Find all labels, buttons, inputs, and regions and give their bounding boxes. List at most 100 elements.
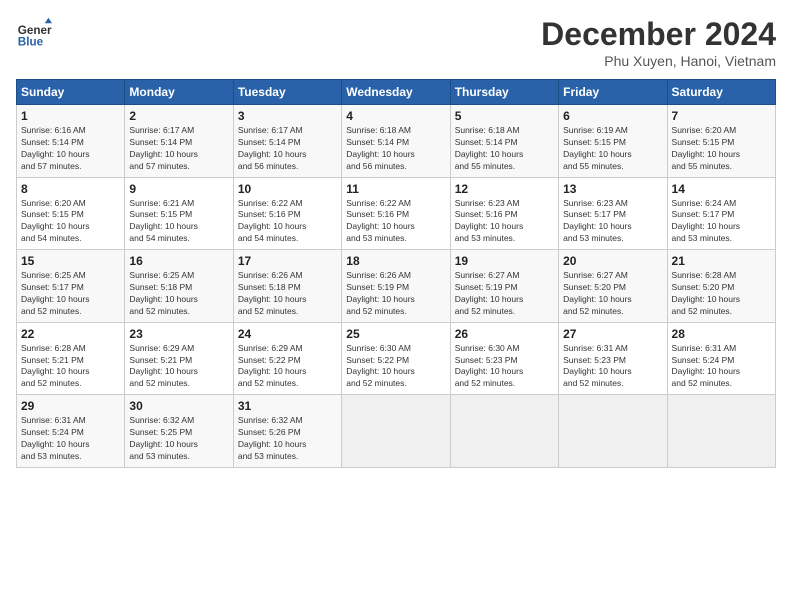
day-number: 1 — [21, 109, 120, 123]
day-cell: 8Sunrise: 6:20 AM Sunset: 5:15 PM Daylig… — [17, 177, 125, 250]
day-detail: Sunrise: 6:27 AM Sunset: 5:20 PM Dayligh… — [563, 270, 662, 318]
weekday-header-monday: Monday — [125, 80, 233, 105]
day-detail: Sunrise: 6:17 AM Sunset: 5:14 PM Dayligh… — [129, 125, 228, 173]
day-number: 11 — [346, 182, 445, 196]
day-detail: Sunrise: 6:23 AM Sunset: 5:16 PM Dayligh… — [455, 198, 554, 246]
day-number: 18 — [346, 254, 445, 268]
weekday-header-friday: Friday — [559, 80, 667, 105]
day-number: 2 — [129, 109, 228, 123]
day-number: 12 — [455, 182, 554, 196]
day-detail: Sunrise: 6:16 AM Sunset: 5:14 PM Dayligh… — [21, 125, 120, 173]
day-number: 20 — [563, 254, 662, 268]
day-cell — [667, 395, 775, 468]
day-cell: 4 Sunrise: 6:18 AM Sunset: 5:14 PM Daylig… — [342, 105, 450, 178]
day-cell: 11Sunrise: 6:22 AM Sunset: 5:16 PM Dayli… — [342, 177, 450, 250]
day-number: 10 — [238, 182, 337, 196]
calendar-body: 1 Sunrise: 6:16 AM Sunset: 5:14 PM Daylig… — [17, 105, 776, 468]
day-cell: 27 Sunrise: 6:31 AM Sunset: 5:23 PM Dayli… — [559, 322, 667, 395]
day-cell: 3Sunrise: 6:17 AM Sunset: 5:14 PM Daylig… — [233, 105, 341, 178]
day-detail: Sunrise: 6:26 AM Sunset: 5:19 PM Dayligh… — [346, 270, 445, 318]
day-number: 15 — [21, 254, 120, 268]
day-detail: Sunrise: 6:20 AM Sunset: 5:15 PM Dayligh… — [21, 198, 120, 246]
day-number: 19 — [455, 254, 554, 268]
day-number: 16 — [129, 254, 228, 268]
day-number: 4 — [346, 109, 445, 123]
weekday-header-sunday: Sunday — [17, 80, 125, 105]
logo: General Blue — [16, 16, 52, 52]
day-detail: Sunrise: 6:24 AM Sunset: 5:17 PM Dayligh… — [672, 198, 771, 246]
weekday-header-tuesday: Tuesday — [233, 80, 341, 105]
day-number: 26 — [455, 327, 554, 341]
day-detail: Sunrise: 6:21 AM Sunset: 5:15 PM Dayligh… — [129, 198, 228, 246]
day-cell: 25 Sunrise: 6:30 AM Sunset: 5:22 PM Dayli… — [342, 322, 450, 395]
day-number: 24 — [238, 327, 337, 341]
day-cell: 14 Sunrise: 6:24 AM Sunset: 5:17 PM Dayli… — [667, 177, 775, 250]
day-detail: Sunrise: 6:32 AM Sunset: 5:25 PM Dayligh… — [129, 415, 228, 463]
day-number: 28 — [672, 327, 771, 341]
day-cell: 2 Sunrise: 6:17 AM Sunset: 5:14 PM Daylig… — [125, 105, 233, 178]
day-number: 30 — [129, 399, 228, 413]
day-cell: 10 Sunrise: 6:22 AM Sunset: 5:16 PM Dayli… — [233, 177, 341, 250]
title-area: December 2024 Phu Xuyen, Hanoi, Vietnam — [541, 16, 776, 69]
day-number: 3 — [238, 109, 337, 123]
day-detail: Sunrise: 6:29 AM Sunset: 5:21 PM Dayligh… — [129, 343, 228, 391]
day-cell: 22 Sunrise: 6:28 AM Sunset: 5:21 PM Dayli… — [17, 322, 125, 395]
day-number: 17 — [238, 254, 337, 268]
day-cell: 31 Sunrise: 6:32 AM Sunset: 5:26 PM Dayli… — [233, 395, 341, 468]
day-detail: Sunrise: 6:20 AM Sunset: 5:15 PM Dayligh… — [672, 125, 771, 173]
day-detail: Sunrise: 6:30 AM Sunset: 5:23 PM Dayligh… — [455, 343, 554, 391]
day-number: 31 — [238, 399, 337, 413]
day-detail: Sunrise: 6:19 AM Sunset: 5:15 PM Dayligh… — [563, 125, 662, 173]
day-number: 23 — [129, 327, 228, 341]
location-title: Phu Xuyen, Hanoi, Vietnam — [541, 53, 776, 69]
svg-text:Blue: Blue — [18, 36, 44, 49]
day-detail: Sunrise: 6:32 AM Sunset: 5:26 PM Dayligh… — [238, 415, 337, 463]
day-number: 25 — [346, 327, 445, 341]
calendar-table: SundayMondayTuesdayWednesdayThursdayFrid… — [16, 79, 776, 468]
week-row-4: 22 Sunrise: 6:28 AM Sunset: 5:21 PM Dayli… — [17, 322, 776, 395]
week-row-2: 8Sunrise: 6:20 AM Sunset: 5:15 PM Daylig… — [17, 177, 776, 250]
day-detail: Sunrise: 6:28 AM Sunset: 5:21 PM Dayligh… — [21, 343, 120, 391]
day-cell: 26 Sunrise: 6:30 AM Sunset: 5:23 PM Dayli… — [450, 322, 558, 395]
day-cell: 6 Sunrise: 6:19 AM Sunset: 5:15 PM Daylig… — [559, 105, 667, 178]
day-cell: 7 Sunrise: 6:20 AM Sunset: 5:15 PM Daylig… — [667, 105, 775, 178]
day-cell: 24 Sunrise: 6:29 AM Sunset: 5:22 PM Dayli… — [233, 322, 341, 395]
day-detail: Sunrise: 6:30 AM Sunset: 5:22 PM Dayligh… — [346, 343, 445, 391]
day-number: 22 — [21, 327, 120, 341]
day-number: 27 — [563, 327, 662, 341]
month-title: December 2024 — [541, 16, 776, 53]
day-detail: Sunrise: 6:22 AM Sunset: 5:16 PM Dayligh… — [238, 198, 337, 246]
day-cell: 28 Sunrise: 6:31 AM Sunset: 5:24 PM Dayli… — [667, 322, 775, 395]
day-number: 6 — [563, 109, 662, 123]
day-cell — [559, 395, 667, 468]
day-detail: Sunrise: 6:31 AM Sunset: 5:24 PM Dayligh… — [21, 415, 120, 463]
day-cell: 9 Sunrise: 6:21 AM Sunset: 5:15 PM Daylig… — [125, 177, 233, 250]
week-row-1: 1 Sunrise: 6:16 AM Sunset: 5:14 PM Daylig… — [17, 105, 776, 178]
weekday-header-row: SundayMondayTuesdayWednesdayThursdayFrid… — [17, 80, 776, 105]
day-number: 21 — [672, 254, 771, 268]
day-cell: 23 Sunrise: 6:29 AM Sunset: 5:21 PM Dayli… — [125, 322, 233, 395]
day-number: 14 — [672, 182, 771, 196]
day-cell: 13Sunrise: 6:23 AM Sunset: 5:17 PM Dayli… — [559, 177, 667, 250]
day-cell: 21Sunrise: 6:28 AM Sunset: 5:20 PM Dayli… — [667, 250, 775, 323]
day-cell: 19 Sunrise: 6:27 AM Sunset: 5:19 PM Dayli… — [450, 250, 558, 323]
day-cell — [450, 395, 558, 468]
day-detail: Sunrise: 6:31 AM Sunset: 5:24 PM Dayligh… — [672, 343, 771, 391]
day-detail: Sunrise: 6:23 AM Sunset: 5:17 PM Dayligh… — [563, 198, 662, 246]
logo-icon: General Blue — [16, 16, 52, 52]
day-cell — [342, 395, 450, 468]
day-number: 9 — [129, 182, 228, 196]
day-detail: Sunrise: 6:18 AM Sunset: 5:14 PM Dayligh… — [346, 125, 445, 173]
day-cell: 1 Sunrise: 6:16 AM Sunset: 5:14 PM Daylig… — [17, 105, 125, 178]
day-detail: Sunrise: 6:26 AM Sunset: 5:18 PM Dayligh… — [238, 270, 337, 318]
day-detail: Sunrise: 6:25 AM Sunset: 5:17 PM Dayligh… — [21, 270, 120, 318]
day-number: 29 — [21, 399, 120, 413]
day-detail: Sunrise: 6:18 AM Sunset: 5:14 PM Dayligh… — [455, 125, 554, 173]
day-detail: Sunrise: 6:31 AM Sunset: 5:23 PM Dayligh… — [563, 343, 662, 391]
day-cell: 12 Sunrise: 6:23 AM Sunset: 5:16 PM Dayli… — [450, 177, 558, 250]
day-detail: Sunrise: 6:27 AM Sunset: 5:19 PM Dayligh… — [455, 270, 554, 318]
day-cell: 16 Sunrise: 6:25 AM Sunset: 5:18 PM Dayli… — [125, 250, 233, 323]
day-number: 7 — [672, 109, 771, 123]
day-detail: Sunrise: 6:29 AM Sunset: 5:22 PM Dayligh… — [238, 343, 337, 391]
day-detail: Sunrise: 6:25 AM Sunset: 5:18 PM Dayligh… — [129, 270, 228, 318]
